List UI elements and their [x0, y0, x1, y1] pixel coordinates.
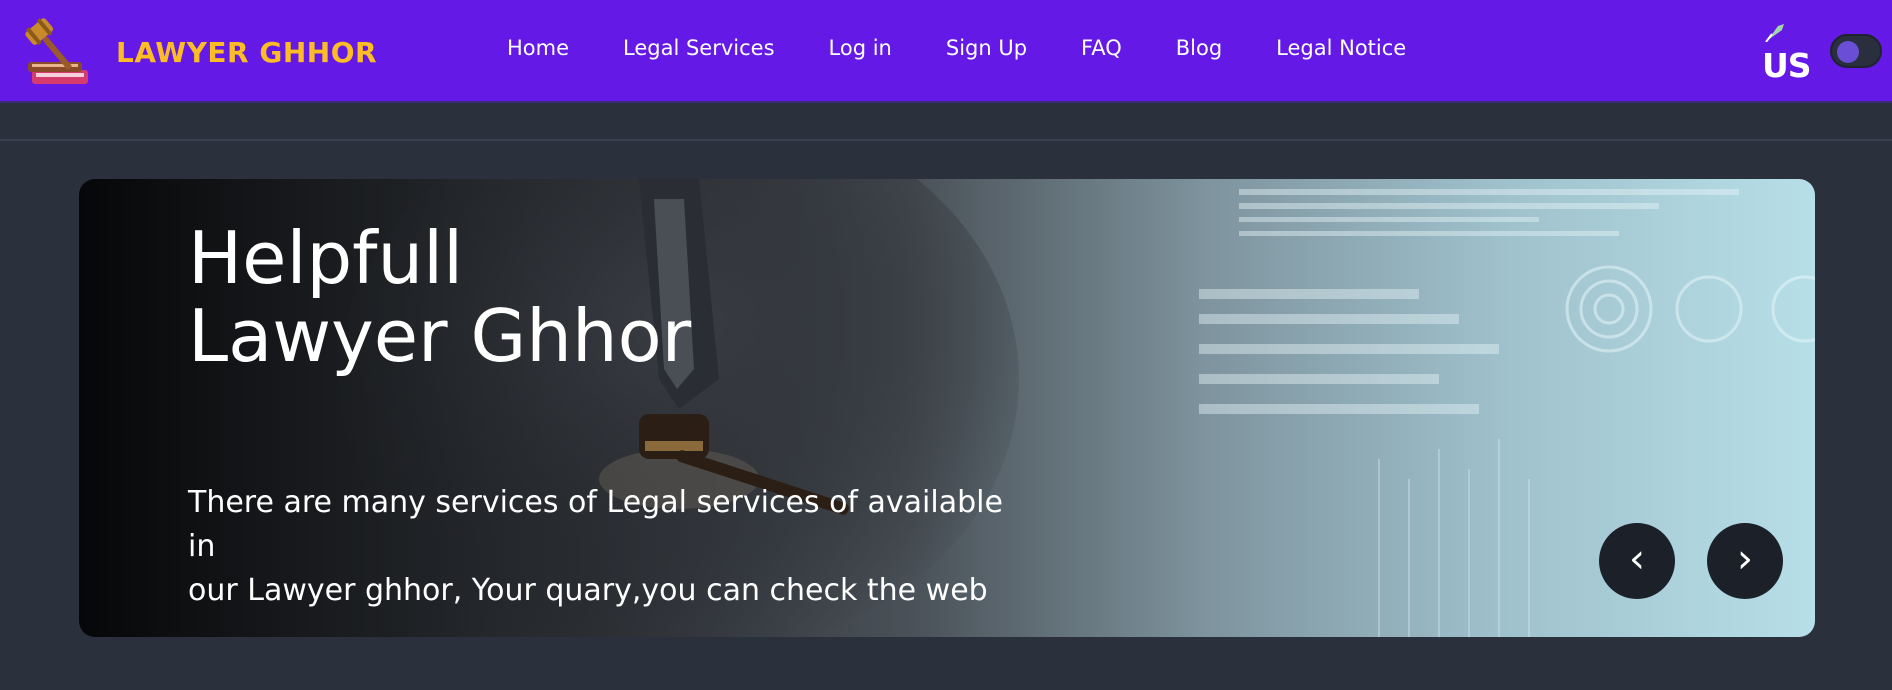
theme-toggle[interactable]: [1830, 34, 1882, 68]
nav-faq[interactable]: FAQ: [1081, 36, 1122, 60]
carousel-next-button[interactable]: ›: [1707, 523, 1783, 599]
nav-legal-services[interactable]: Legal Services: [623, 36, 775, 60]
nav-blog[interactable]: Blog: [1176, 36, 1222, 60]
hero-description-line1: There are many services of Legal service…: [188, 485, 1003, 564]
hero-carousel: Helpfull Lawyer Ghhor There are many ser…: [79, 179, 1815, 637]
toggle-knob: [1837, 41, 1859, 63]
nav-menu: Home Legal Services Log in Sign Up FAQ B…: [480, 36, 1433, 60]
user-avatar[interactable]: USEI: [1762, 20, 1812, 82]
brand-name[interactable]: LAWYER GHHOR: [116, 36, 377, 69]
nav-home[interactable]: Home: [507, 36, 569, 60]
user-avatar-text: USEI: [1762, 46, 1812, 82]
carousel-prev-button[interactable]: ‹: [1599, 523, 1675, 599]
hero-title: Helpfull Lawyer Ghhor: [188, 219, 691, 375]
hero-description: There are many services of Legal service…: [188, 481, 1008, 613]
header-divider: [0, 139, 1892, 141]
nav-legal-notice[interactable]: Legal Notice: [1276, 36, 1406, 60]
nav-signup[interactable]: Sign Up: [946, 36, 1027, 60]
navbar: LAWYER GHHOR Home Legal Services Log in …: [0, 0, 1892, 103]
gavel-books-icon[interactable]: [10, 12, 92, 90]
nav-login[interactable]: Log in: [829, 36, 892, 60]
hero-title-line2: Lawyer Ghhor: [188, 294, 692, 378]
hero-description-line2: our Lawyer ghhor, Your quary,you can che…: [188, 573, 988, 608]
user-avatar-icon: [1765, 24, 1784, 42]
hero-title-line1: Helpfull: [188, 216, 464, 300]
